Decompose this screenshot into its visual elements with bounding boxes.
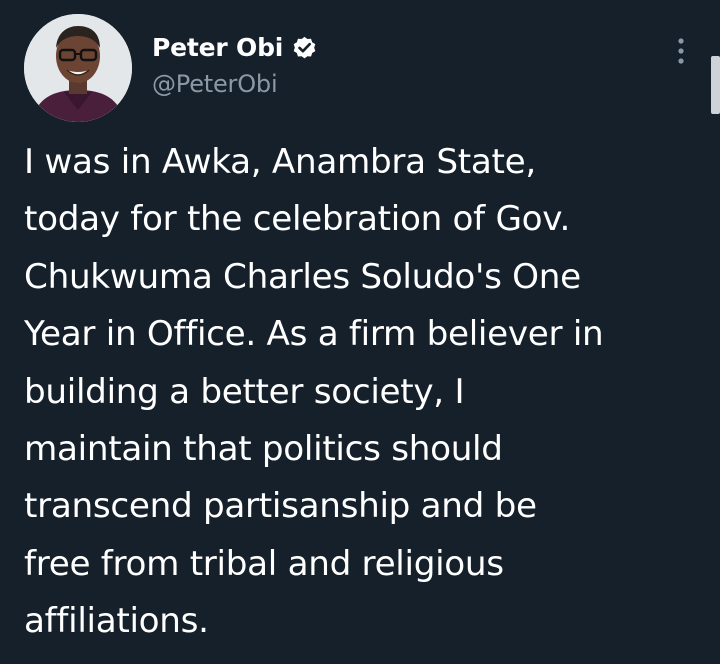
user-handle[interactable]: @PeterObi (152, 70, 318, 98)
more-vertical-icon (678, 38, 684, 64)
more-options-button[interactable] (664, 34, 698, 68)
tweet-text: I was in Awka, Anambra State, today for … (24, 142, 604, 642)
avatar-image (24, 14, 132, 122)
verified-badge-icon (291, 34, 318, 61)
avatar[interactable] (24, 14, 132, 122)
name-row: Peter Obi (152, 30, 318, 64)
author-info: Peter Obi @PeterObi (152, 30, 318, 98)
scrollbar-thumb[interactable] (711, 56, 720, 114)
tweet-card: Peter Obi @PeterObi I was in Awka, Anamb… (0, 0, 720, 664)
display-name[interactable]: Peter Obi (152, 33, 283, 62)
